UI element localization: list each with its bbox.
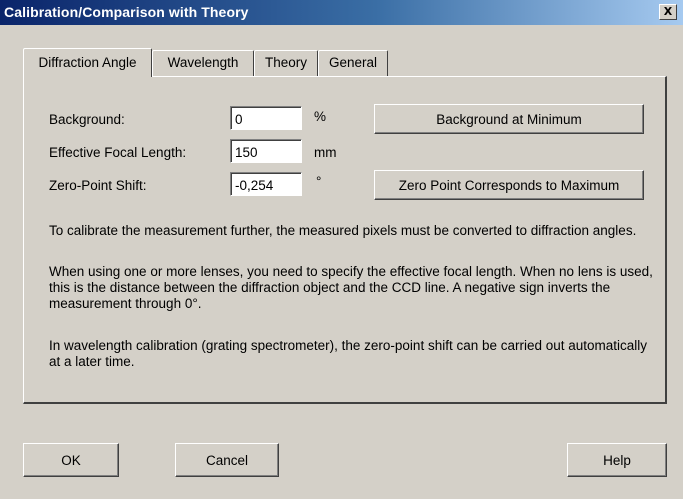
background-unit: %: [314, 109, 327, 124]
focal-length-label: Effective Focal Length:: [49, 145, 187, 160]
focal-length-unit: mm: [314, 145, 337, 160]
help-paragraph-3: In wavelength calibration (grating spect…: [49, 338, 648, 369]
zero-point-shift-label: Zero-Point Shift:: [49, 178, 147, 193]
help-button[interactable]: Help: [567, 443, 667, 477]
title-bar: Calibration/Comparison with Theory X: [0, 0, 683, 25]
zero-point-shift-input[interactable]: [230, 172, 302, 196]
zero-point-shift-unit: °: [316, 174, 322, 189]
zero-point-max-button[interactable]: Zero Point Corresponds to Maximum: [374, 170, 644, 200]
tab-diffraction-angle[interactable]: Diffraction Angle: [23, 48, 152, 77]
tab-general[interactable]: General: [318, 50, 388, 76]
cancel-button[interactable]: Cancel: [175, 443, 279, 477]
tab-wavelength[interactable]: Wavelength: [152, 50, 254, 76]
close-button[interactable]: X: [659, 4, 677, 20]
background-at-minimum-button[interactable]: Background at Minimum: [374, 104, 644, 134]
tab-theory[interactable]: Theory: [254, 50, 318, 76]
background-label: Background:: [49, 112, 125, 127]
background-input[interactable]: [230, 106, 302, 130]
help-paragraph-1: To calibrate the measurement further, th…: [49, 223, 637, 238]
window-title: Calibration/Comparison with Theory: [4, 4, 249, 20]
focal-length-input[interactable]: [230, 139, 302, 163]
ok-button[interactable]: OK: [23, 443, 119, 477]
help-paragraph-2: When using one or more lenses, you need …: [49, 264, 653, 311]
